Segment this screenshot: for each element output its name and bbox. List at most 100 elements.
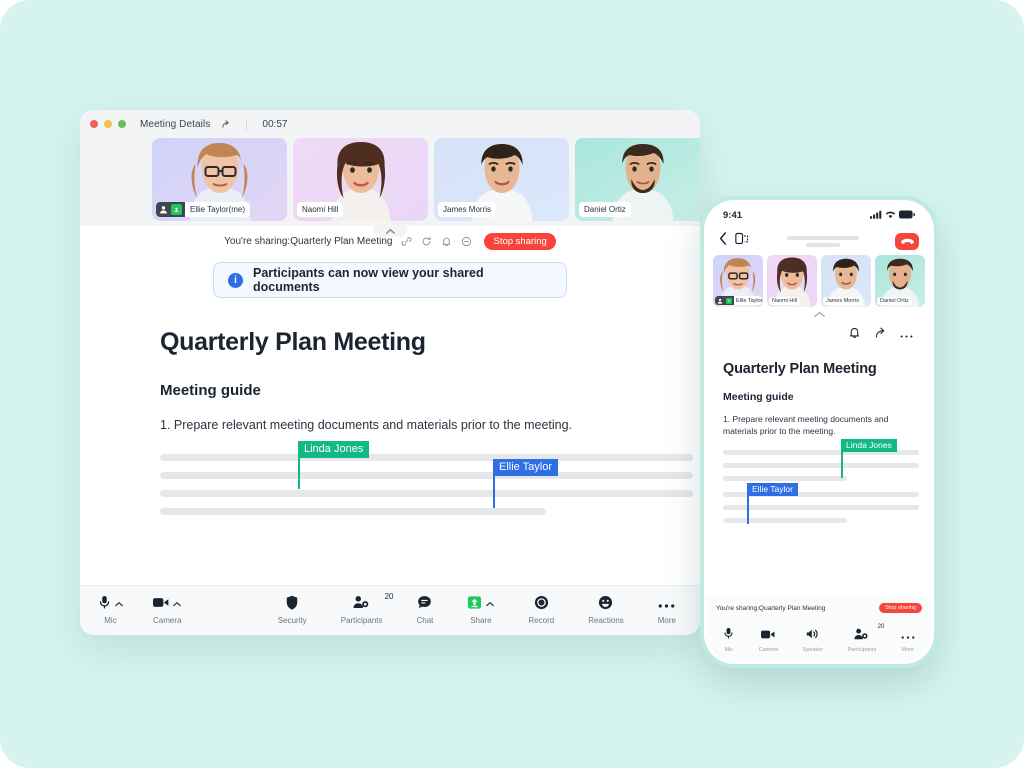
toolbar-button-more[interactable]: More [658, 596, 676, 625]
participant-name: Ellie Taylor(me) [185, 202, 250, 217]
participant-name: Naomi Hill [772, 298, 798, 304]
participant-tile[interactable]: James Morris [821, 255, 871, 307]
window-close-button[interactable] [90, 120, 98, 128]
toolbar-label: Security [277, 616, 307, 625]
record-icon [534, 595, 549, 615]
toolbar-button-chat[interactable]: Chat [416, 595, 433, 625]
toolbar-button-reactions[interactable]: Reactions [588, 595, 624, 625]
toolbar-button-camera[interactable]: Camera [153, 596, 181, 625]
meeting-title-placeholder [758, 235, 887, 247]
toolbar-button-participants[interactable]: 20 Participants [340, 592, 394, 625]
cursor-caret-ellie [493, 472, 495, 508]
share-icon[interactable] [221, 119, 231, 129]
toolbar-button-more[interactable]: More [901, 627, 915, 653]
participant-tile[interactable]: Ellie Taylor(... [713, 255, 763, 307]
participants-count: 20 [877, 624, 885, 630]
toolbar-label: Share [470, 616, 492, 625]
screen-share-badge [725, 296, 734, 305]
participant-tile[interactable]: Daniel Ortiz [575, 138, 700, 221]
notification-text: Participants can now view your shared do… [253, 266, 484, 294]
chevron-up-icon[interactable] [173, 601, 181, 609]
participant-tile[interactable]: Daniel Ortiz [875, 255, 925, 307]
more-icon [901, 627, 915, 645]
page-background: Meeting Details 00:57 Ellie Taylor(me) N… [0, 0, 1024, 768]
link-icon[interactable] [401, 236, 412, 247]
cursor-caret-linda [298, 454, 300, 489]
participant-name: James Morris [443, 205, 492, 214]
toolbar-button-share[interactable]: Share [467, 595, 495, 625]
toolbar-button-mic[interactable]: Mic [98, 595, 123, 625]
participant-tile[interactable]: Naomi Hill [767, 255, 817, 307]
camera-icon [153, 596, 169, 614]
microphone-icon [723, 627, 734, 645]
phone-frame: 9:41 Ellie Taylo Naomi Hill James Morris… [704, 200, 934, 664]
participant-video-strip: Ellie Taylor(me) Naomi Hill James Morris… [80, 138, 700, 226]
toolbar-label: Participants [340, 616, 383, 625]
toolbar-label: More [657, 616, 676, 625]
share-icon[interactable] [874, 326, 887, 344]
toolbar-button-mic[interactable]: Mic [723, 627, 734, 653]
meeting-timer: 00:57 [262, 118, 288, 130]
participants-icon [854, 627, 869, 645]
more-icon [658, 596, 675, 614]
cursor-label-ellie: Ellie Taylor [493, 459, 558, 476]
chevron-up-icon[interactable] [115, 601, 123, 609]
wifi-icon [885, 206, 896, 224]
toolbar-button-speaker[interactable]: Speaker [802, 627, 824, 653]
desktop-meeting-window: Meeting Details 00:57 Ellie Taylor(me) N… [80, 110, 700, 635]
toolbar-label: More [901, 647, 915, 653]
collapse-strip-button[interactable] [373, 225, 407, 237]
minus-circle-icon[interactable] [461, 236, 472, 247]
phone-doc-actions [707, 323, 931, 347]
host-icon [156, 202, 171, 217]
more-icon[interactable] [900, 326, 913, 344]
window-maximize-button[interactable] [118, 120, 126, 128]
participants-count: 20 [384, 592, 394, 601]
document-title: Quarterly Plan Meeting [160, 328, 426, 356]
participants-icon [353, 595, 370, 614]
participant-name-badge: Naomi Hill [769, 297, 801, 305]
document-title: Quarterly Plan Meeting [723, 361, 877, 377]
share-screen-icon [467, 595, 482, 615]
toolbar-button-record[interactable]: Record [528, 595, 555, 625]
participant-name-badge: Ellie Taylor(... [715, 296, 762, 305]
window-minimize-button[interactable] [104, 120, 112, 128]
chevron-up-icon[interactable] [486, 601, 495, 609]
participant-name-badge: Daniel Ortiz [579, 202, 631, 217]
stop-sharing-button[interactable]: Stop sharing [879, 603, 922, 613]
phone-meeting-toolbar: Mic Camera Speaker 20 Participants More [707, 619, 931, 661]
chat-icon [417, 595, 432, 615]
status-clock: 9:41 [723, 209, 743, 221]
document-paragraph: 1. Prepare relevant meeting documents an… [160, 418, 573, 432]
toolbar-label: Record [528, 616, 555, 625]
end-call-button[interactable] [895, 232, 919, 250]
document-subtitle: Meeting guide [160, 382, 261, 399]
toolbar-button-camera[interactable]: Camera [759, 627, 778, 653]
refresh-icon[interactable] [421, 236, 432, 247]
participant-name-badge: James Morris [823, 297, 863, 305]
sharing-status-text: You're sharing:Quarterly Plan Meeting [224, 235, 393, 247]
chevron-left-icon[interactable] [719, 232, 727, 250]
bell-icon[interactable] [848, 326, 861, 344]
shield-icon [285, 595, 299, 615]
toolbar-label: Speaker [802, 647, 824, 653]
sharing-status-text: You're sharing:Quarterly Plan Meeting [716, 604, 826, 612]
reactions-icon [598, 595, 613, 615]
phone-collapse-button[interactable] [707, 311, 931, 323]
toolbar-button-participants[interactable]: 20 Participants [848, 624, 885, 653]
shared-document: Quarterly Plan Meeting Meeting guide 1. … [80, 298, 700, 585]
toolbar-button-security[interactable]: Security [277, 595, 307, 625]
cursor-caret-linda [841, 447, 843, 478]
window-title: Meeting Details [140, 118, 211, 130]
phone-mockup: 9:41 Ellie Taylo Naomi Hill James Morris… [700, 196, 938, 668]
stop-sharing-button[interactable]: Stop sharing [484, 232, 556, 250]
switch-device-icon[interactable] [735, 232, 750, 250]
participant-tile[interactable]: James Morris [434, 138, 569, 221]
participant-tile[interactable]: Ellie Taylor(me) [152, 138, 287, 221]
bell-icon[interactable] [441, 236, 452, 247]
titlebar-divider [246, 118, 248, 130]
participant-tile[interactable]: Naomi Hill [293, 138, 428, 221]
host-icon [715, 296, 725, 305]
participant-name-badge: Naomi Hill [297, 202, 344, 217]
participant-name: Daniel Ortiz [880, 298, 909, 304]
